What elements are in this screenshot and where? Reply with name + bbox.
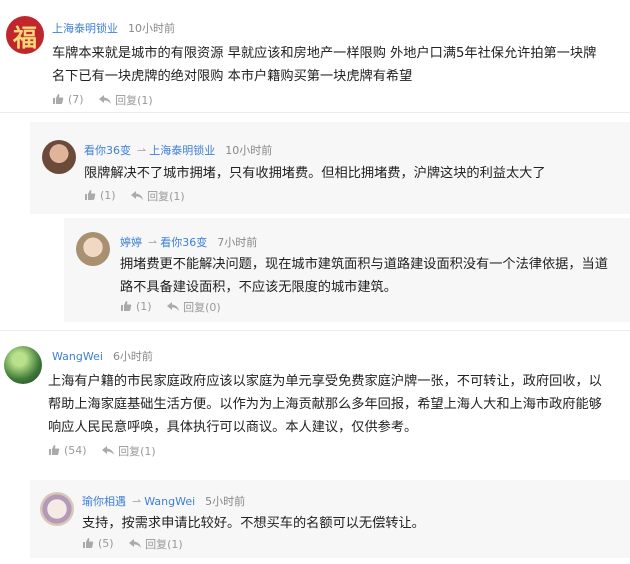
comment-2: 看你36变 ⇀ 上海泰明锁业 10小时前 限牌解决不了城市拥堵，只有收拥堵费。但相比拥… xyxy=(30,122,630,214)
reply-arrow-icon xyxy=(99,95,112,104)
reply-to-arrow-icon: ⇀ xyxy=(132,495,142,508)
thumbs-up-icon xyxy=(85,190,96,200)
reply-arrow-icon xyxy=(167,302,180,311)
like-button[interactable]: (1) xyxy=(120,300,152,313)
avatar[interactable]: 福 xyxy=(6,16,44,54)
reply-count: (1) xyxy=(167,537,183,551)
reply-button[interactable]: 回复 (1) xyxy=(99,92,153,108)
divider xyxy=(0,112,630,113)
timestamp: 7小时前 xyxy=(217,236,258,249)
reply-to-user[interactable]: WangWei xyxy=(144,495,195,508)
thumbs-up-icon xyxy=(121,301,132,311)
reply-count: (1) xyxy=(137,93,153,107)
like-count: (5) xyxy=(98,536,114,550)
username[interactable]: 婷婷 xyxy=(120,236,142,249)
like-button[interactable]: (1) xyxy=(84,189,116,202)
thumbs-up-icon xyxy=(49,445,60,455)
reply-to-user[interactable]: 上海泰明锁业 xyxy=(149,144,215,157)
thumbs-up-icon xyxy=(53,94,64,104)
comment-1: 福 上海泰明锁业 10小时前 车牌本来就是城市的有限资源 早就应该和房地产一样限购… xyxy=(0,0,630,112)
timestamp: 6小时前 xyxy=(112,350,153,363)
like-count: (1) xyxy=(136,299,152,313)
timestamp: 5小时前 xyxy=(205,495,246,508)
comment-text-line: 帮助上海家庭基础生活方便。以作为为上海贡献那么多年回报，希望上海人大和上海市政府… xyxy=(48,397,602,412)
timestamp: 10小时前 xyxy=(225,144,273,157)
reply-arrow-icon xyxy=(131,191,144,200)
comment-text-line: 上海有户籍的市民家庭政府应该以家庭为单元享受免费家庭沪牌一张，不可转让，政府回收… xyxy=(48,374,602,389)
reply-label: 回复 xyxy=(147,190,170,203)
reply-label: 回复 xyxy=(145,538,168,551)
avatar[interactable] xyxy=(4,346,42,384)
reply-label: 回复 xyxy=(183,301,206,314)
like-button[interactable]: (54) xyxy=(48,444,87,457)
comment-text-line: 限牌解决不了城市拥堵，只有收拥堵费。但相比拥堵费，沪牌这块的利益太大了 xyxy=(84,166,546,181)
username[interactable]: WangWei xyxy=(52,350,103,363)
timestamp: 10小时前 xyxy=(128,22,175,35)
reply-button[interactable]: 回复 (1) xyxy=(129,536,183,552)
reply-arrow-icon xyxy=(129,539,142,548)
reply-count: (0) xyxy=(205,300,221,314)
reply-button[interactable]: 回复 (1) xyxy=(131,188,185,204)
username[interactable]: 上海泰明锁业 xyxy=(52,22,118,35)
comment-5: 瑜你相遇 ⇀ WangWei 5小时前 支持，按需求申请比较好。不想买车的名额可以无偿… xyxy=(30,480,630,558)
username[interactable]: 看你36变 xyxy=(84,144,131,157)
comment-text-line: 拥堵费更不能解决问题，现在城市建筑面积与道路建设面积没有一个法律依据，当道 xyxy=(120,257,608,272)
reply-count: (1) xyxy=(140,444,156,458)
reply-to-user[interactable]: 看你36变 xyxy=(160,236,207,249)
reply-count: (1) xyxy=(169,189,185,203)
avatar[interactable] xyxy=(42,140,76,174)
like-button[interactable]: (7) xyxy=(52,93,84,106)
like-count: (1) xyxy=(100,188,116,202)
comment-text-line: 路不具备建设面积，不应该无限度的城市建筑。 xyxy=(120,280,397,295)
reply-button[interactable]: 回复 (1) xyxy=(102,443,156,459)
username[interactable]: 瑜你相遇 xyxy=(82,495,126,508)
comment-text-line: 车牌本来就是城市的有限资源 早就应该和房地产一样限购 外地户口满5年社保允许拍第… xyxy=(52,46,597,61)
reply-to-arrow-icon: ⇀ xyxy=(137,144,147,157)
reply-button[interactable]: 回复 (0) xyxy=(167,299,221,315)
avatar-fu-char: 福 xyxy=(13,22,37,52)
like-button[interactable]: (5) xyxy=(82,537,114,550)
comment-text-line: 响应人民民意呼唤，具体执行可以商议。本人建议，仅供参考。 xyxy=(48,420,418,435)
reply-label: 回复 xyxy=(118,445,141,458)
thumbs-up-icon xyxy=(83,538,94,548)
reply-arrow-icon xyxy=(102,446,115,455)
comment-text-line: 支持，按需求申请比较好。不想买车的名额可以无偿转让。 xyxy=(82,516,425,531)
comment-3: 婷婷 ⇀ 看你36变 7小时前 拥堵费更不能解决问题，现在城市建筑面积与道路建设面积没… xyxy=(64,218,630,322)
reply-label: 回复 xyxy=(115,94,138,107)
avatar[interactable] xyxy=(76,232,110,266)
like-count: (54) xyxy=(64,443,87,457)
comment-4: WangWei 6小时前 上海有户籍的市民家庭政府应该以家庭为单元享受免费家庭沪牌… xyxy=(0,330,630,472)
avatar[interactable] xyxy=(40,492,74,526)
comment-text-line: 名下已有一块虎牌的绝对限购 本市户籍购买第一块虎牌有希望 xyxy=(52,69,413,84)
like-count: (7) xyxy=(68,92,84,106)
reply-to-arrow-icon: ⇀ xyxy=(148,236,158,249)
